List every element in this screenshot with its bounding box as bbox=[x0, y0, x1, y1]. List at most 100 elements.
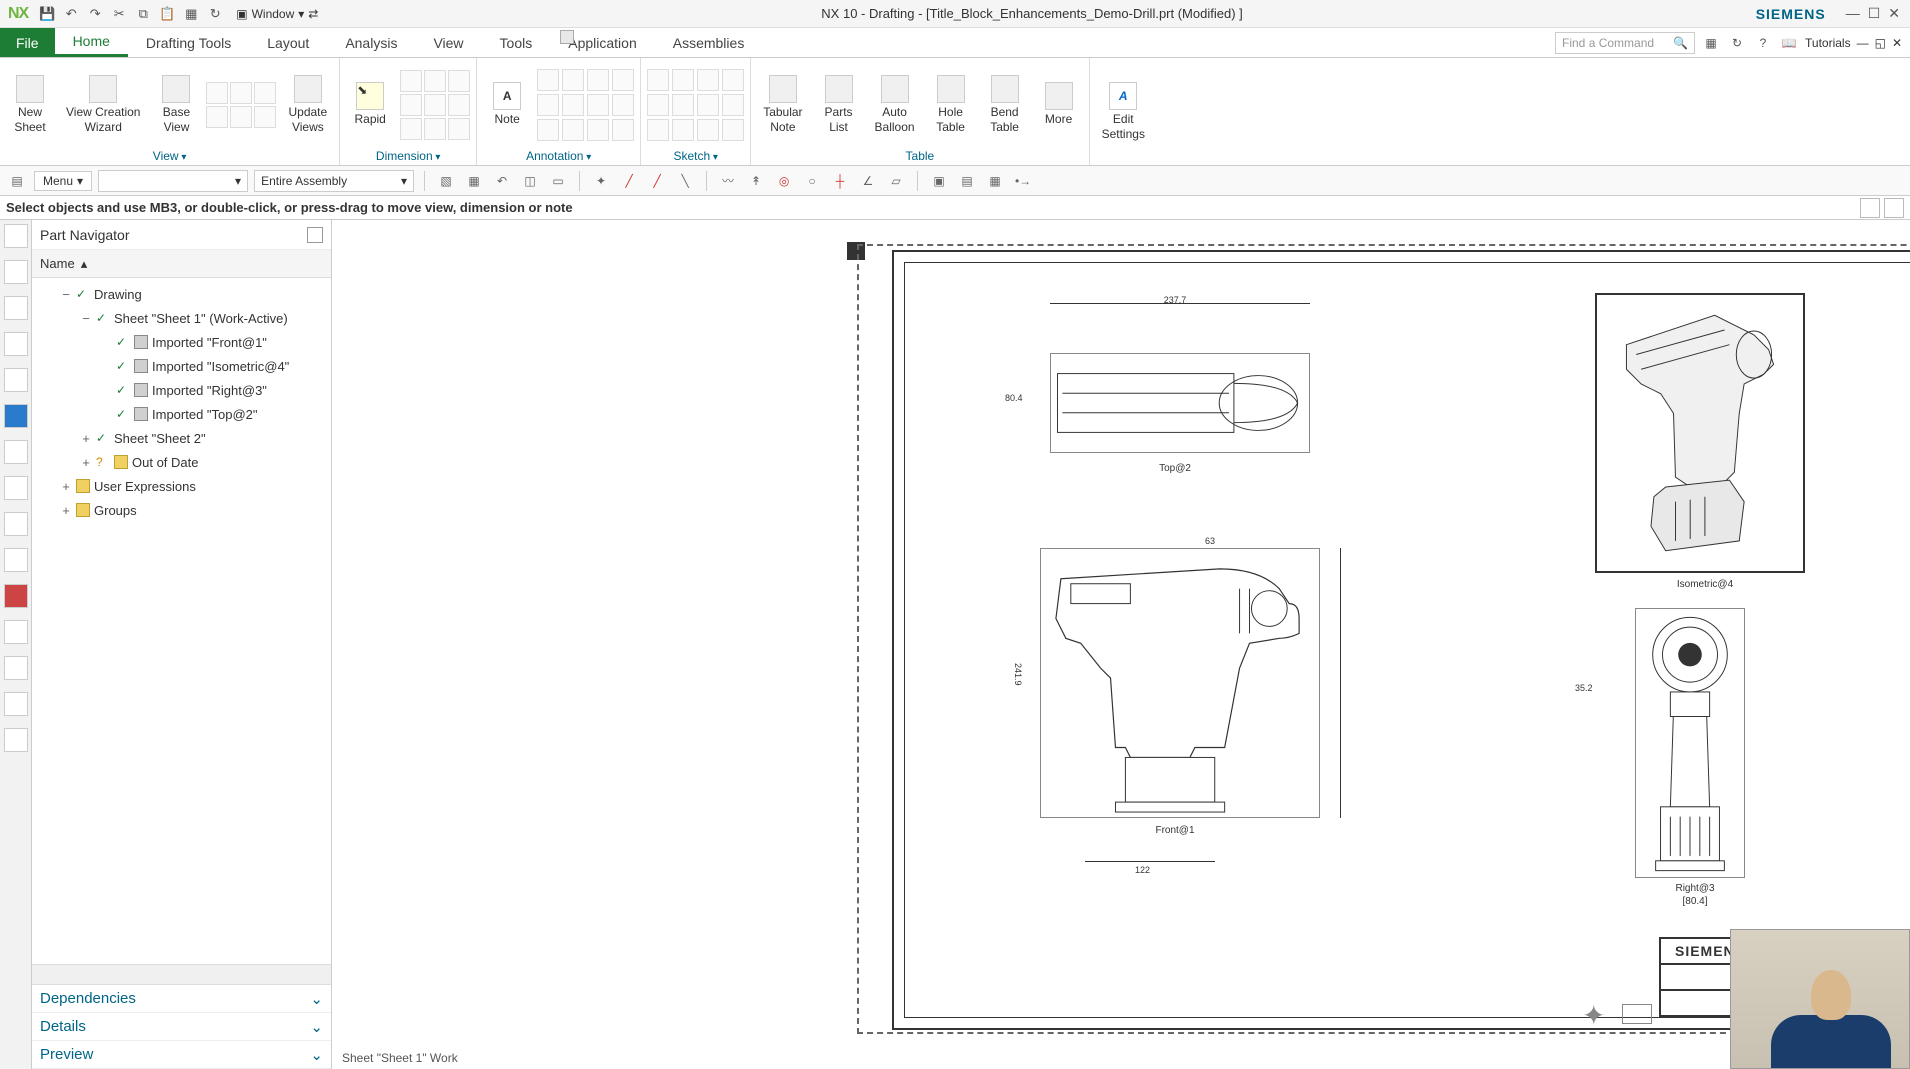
update-views-button[interactable]: Update Views bbox=[282, 71, 333, 138]
hole-table-button[interactable]: Hole Table bbox=[927, 71, 975, 138]
sec-icon-4[interactable]: ↶ bbox=[491, 170, 513, 192]
redo-icon[interactable]: ↷ bbox=[84, 3, 106, 25]
tab-drafting-tools[interactable]: Drafting Tools bbox=[128, 28, 249, 57]
sec-icon-1[interactable]: ▤ bbox=[6, 170, 28, 192]
parts-list-button[interactable]: Parts List bbox=[815, 71, 863, 138]
ann-12-icon[interactable] bbox=[612, 119, 634, 141]
find-command-input[interactable]: Find a Command 🔍 bbox=[1555, 32, 1695, 54]
part-nav-tree[interactable]: −✓Drawing −✓Sheet "Sheet 1" (Work-Active… bbox=[32, 278, 331, 964]
refresh-icon[interactable]: ↻ bbox=[1727, 33, 1747, 53]
sec-icon-20[interactable]: ▦ bbox=[984, 170, 1006, 192]
detail-view-icon[interactable] bbox=[230, 82, 252, 104]
tree-node-front[interactable]: ✓Imported "Front@1" bbox=[32, 330, 331, 354]
resource-weld-icon[interactable] bbox=[4, 728, 28, 752]
label-iso[interactable]: Isometric@4 bbox=[1665, 579, 1745, 590]
ann-4-icon[interactable] bbox=[612, 69, 634, 91]
resource-reuse-icon[interactable] bbox=[4, 368, 28, 392]
rapid-button[interactable]: ⬊ Rapid bbox=[346, 78, 394, 130]
ann-2-icon[interactable] bbox=[562, 69, 584, 91]
sk-ellipse-icon[interactable] bbox=[697, 94, 719, 116]
child-minimize-icon[interactable]: — bbox=[1857, 36, 1869, 50]
view-top[interactable] bbox=[1050, 353, 1310, 453]
view-4-icon[interactable] bbox=[206, 106, 228, 128]
resource-sys-icon[interactable] bbox=[4, 548, 28, 572]
tab-assemblies[interactable]: Assemblies bbox=[655, 28, 763, 57]
label-right[interactable]: Right@3 bbox=[1665, 883, 1725, 894]
view-5-icon[interactable] bbox=[230, 106, 252, 128]
question-icon[interactable]: ? bbox=[1753, 33, 1773, 53]
child-close-icon[interactable]: ✕ bbox=[1892, 36, 1902, 50]
dim-2-icon[interactable] bbox=[424, 70, 446, 92]
sec-icon-19[interactable]: ▤ bbox=[956, 170, 978, 192]
file-tab[interactable]: File bbox=[0, 28, 55, 57]
window-dropdown[interactable]: ▣ Window ▾ ⇄ bbox=[236, 7, 318, 21]
section-dependencies[interactable]: Dependencies⌄ bbox=[32, 985, 331, 1013]
pin-icon[interactable] bbox=[307, 227, 323, 243]
repeat-icon[interactable]: ↻ bbox=[204, 3, 226, 25]
resource-assembly-icon[interactable] bbox=[4, 296, 28, 320]
sk-circle-icon[interactable] bbox=[647, 94, 669, 116]
filter-combo[interactable]: ▾ bbox=[98, 170, 248, 192]
save-icon[interactable]: 💾 bbox=[36, 3, 58, 25]
tree-node-right[interactable]: ✓Imported "Right@3" bbox=[32, 378, 331, 402]
maximize-icon[interactable]: ☐ bbox=[1868, 5, 1881, 22]
section-preview[interactable]: Preview⌄ bbox=[32, 1041, 331, 1069]
view-6-icon[interactable] bbox=[254, 106, 276, 128]
dim-4-icon[interactable] bbox=[400, 94, 422, 116]
ann-6-icon[interactable] bbox=[562, 94, 584, 116]
resource-sheet-icon[interactable] bbox=[4, 440, 28, 464]
tree-node-groups[interactable]: +Groups bbox=[32, 498, 331, 522]
view-front[interactable] bbox=[1040, 548, 1320, 818]
more-button[interactable]: More bbox=[1035, 78, 1083, 130]
tree-node-drawing[interactable]: −✓Drawing bbox=[32, 282, 331, 306]
cut-icon[interactable]: ✂ bbox=[108, 3, 130, 25]
sec-icon-6[interactable]: ▭ bbox=[547, 170, 569, 192]
minimize-icon[interactable]: — bbox=[1846, 5, 1860, 22]
label-front[interactable]: Front@1 bbox=[1145, 825, 1205, 836]
paste-icon[interactable]: 📋 bbox=[156, 3, 178, 25]
resource-hd3d-icon[interactable] bbox=[4, 584, 28, 608]
tree-node-top[interactable]: ✓Imported "Top@2" bbox=[32, 402, 331, 426]
resource-visual-icon[interactable] bbox=[4, 692, 28, 716]
sec-icon-7[interactable]: ✦ bbox=[590, 170, 612, 192]
ann-1-icon[interactable] bbox=[537, 69, 559, 91]
tab-tools[interactable]: Tools bbox=[482, 28, 551, 57]
ann-9-icon[interactable] bbox=[537, 119, 559, 141]
tab-view[interactable]: View bbox=[415, 28, 481, 57]
resource-chart-icon[interactable] bbox=[4, 656, 28, 680]
section-details[interactable]: Details⌄ bbox=[32, 1013, 331, 1041]
resource-map-icon[interactable] bbox=[4, 620, 28, 644]
sec-icon-12[interactable]: ↟ bbox=[745, 170, 767, 192]
resource-history-icon[interactable] bbox=[4, 476, 28, 500]
new-sheet-button[interactable]: New Sheet bbox=[6, 71, 54, 138]
drawing-canvas[interactable]: 237.7 80.4 Top@2 63 bbox=[332, 220, 1910, 1069]
sk-spline-icon[interactable] bbox=[722, 69, 744, 91]
resource-roles-icon[interactable] bbox=[4, 512, 28, 536]
label-top[interactable]: Top@2 bbox=[1145, 463, 1205, 474]
dim-5-icon[interactable] bbox=[424, 94, 446, 116]
tutorials-label[interactable]: Tutorials bbox=[1805, 36, 1851, 50]
ann-11-icon[interactable] bbox=[587, 119, 609, 141]
horizontal-scrollbar[interactable] bbox=[32, 965, 331, 985]
ann-7-icon[interactable] bbox=[587, 94, 609, 116]
sk-line-icon[interactable] bbox=[647, 69, 669, 91]
tab-analysis[interactable]: Analysis bbox=[327, 28, 415, 57]
tab-home[interactable]: Home bbox=[55, 28, 128, 57]
copy-icon[interactable]: ⧉ bbox=[132, 3, 154, 25]
sec-icon-15[interactable]: ┼ bbox=[829, 170, 851, 192]
tab-layout[interactable]: Layout bbox=[249, 28, 327, 57]
dim-front-width[interactable]: 122 bbox=[1135, 865, 1150, 875]
drawing-sheet[interactable]: 237.7 80.4 Top@2 63 bbox=[892, 250, 1910, 1030]
tree-node-iso[interactable]: ✓Imported "Isometric@4" bbox=[32, 354, 331, 378]
close-icon[interactable]: ✕ bbox=[1888, 5, 1900, 22]
dim-top-height[interactable]: 80.4 bbox=[1005, 393, 1023, 403]
child-restore-icon[interactable]: ◱ bbox=[1875, 36, 1886, 50]
label-right-sub[interactable]: [80.4] bbox=[1665, 896, 1725, 907]
sk-rect-icon[interactable] bbox=[672, 69, 694, 91]
sec-icon-16[interactable]: ∠ bbox=[857, 170, 879, 192]
dim-1-icon[interactable] bbox=[400, 70, 422, 92]
sk-10-icon[interactable] bbox=[672, 119, 694, 141]
sec-icon-11[interactable]: 〰 bbox=[717, 170, 739, 192]
sec-icon-3[interactable]: ▦ bbox=[463, 170, 485, 192]
resource-gear-icon[interactable] bbox=[4, 224, 28, 248]
